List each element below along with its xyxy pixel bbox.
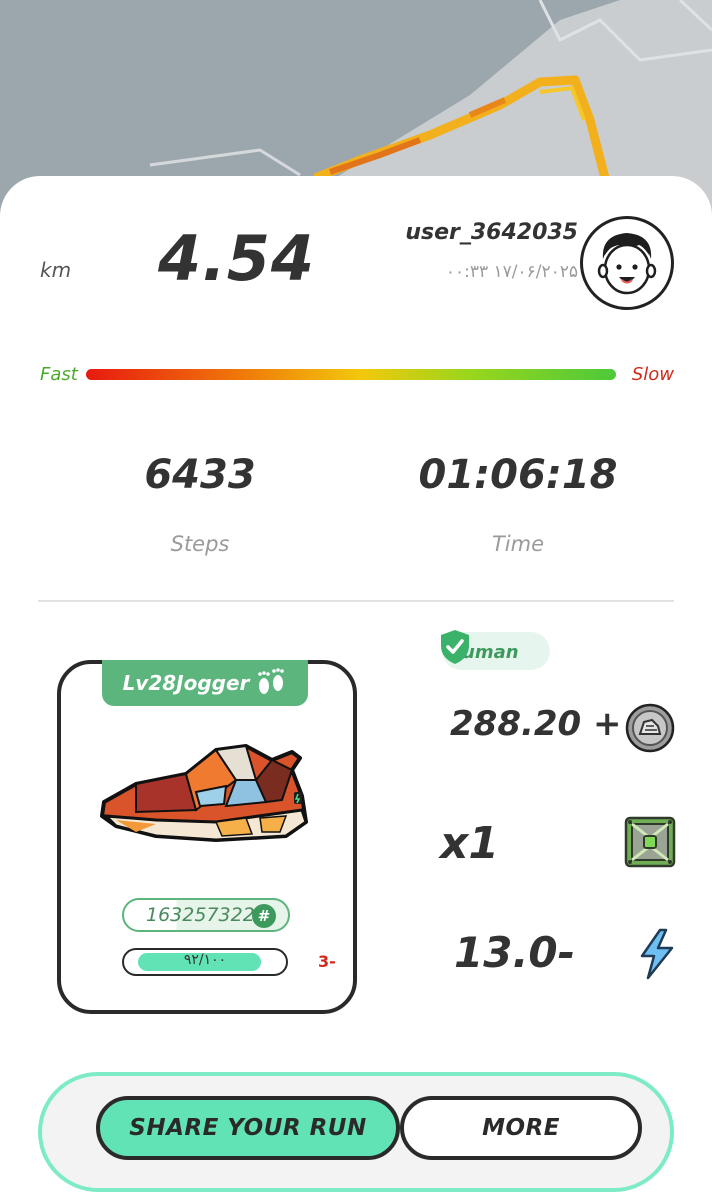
section-divider — [38, 600, 674, 602]
sneaker-level-tag: Lv28Jogger — [102, 660, 308, 706]
coin-icon — [624, 702, 676, 758]
shield-check-icon — [438, 628, 472, 670]
steps-value: 6433 — [144, 452, 256, 498]
distance-value: 4.54 — [158, 222, 315, 295]
mystery-box-icon — [624, 816, 676, 872]
speed-slow-label: Slow — [631, 364, 674, 385]
speed-fast-label: Fast — [40, 364, 78, 385]
sneaker-level-label: Lv28Jogger — [122, 671, 250, 695]
steps-label: Steps — [170, 532, 230, 556]
share-run-button[interactable]: SHARE YOUR RUN — [96, 1096, 400, 1160]
time-label: Time — [491, 532, 545, 556]
more-button[interactable]: MORE — [400, 1096, 642, 1160]
durability-change: 3- — [318, 952, 336, 971]
lightning-bolt-icon — [636, 928, 676, 984]
footprints-icon — [258, 668, 285, 694]
avatar-face-icon — [597, 233, 657, 295]
mystery-box-multiplier: x1 — [440, 818, 499, 869]
run-datetime: ۰۰:۳۳ ۱۷/۰۶/۲۰۲۵ — [445, 262, 578, 282]
time-value: 01:06:18 — [418, 452, 618, 498]
energy-change-value: 13.0- — [454, 928, 576, 977]
gst-reward-value: 288.20 + — [450, 704, 622, 744]
sneaker-id-value: 163257322 — [146, 904, 255, 926]
durability-text: ۹۲/۱۰۰ — [183, 952, 227, 968]
speed-gradient-bar — [86, 369, 616, 380]
sneaker-image — [96, 740, 316, 854]
distance-unit: km — [40, 258, 72, 282]
username: user_3642035 — [405, 220, 578, 245]
hash-icon: # — [252, 904, 276, 928]
durability-bar: ۹۲/۱۰۰ — [122, 948, 288, 976]
avatar[interactable] — [580, 216, 674, 310]
